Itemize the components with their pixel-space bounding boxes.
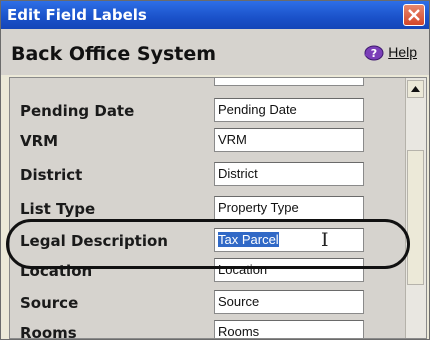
field-input[interactable]: Pending Date xyxy=(214,98,364,122)
scroll-up-button[interactable] xyxy=(407,80,424,98)
app-title: Back Office System xyxy=(11,43,217,65)
title-bar: Edit Field Labels xyxy=(1,1,429,29)
field-input[interactable]: VRM xyxy=(214,128,364,152)
help-label: Help xyxy=(388,44,417,60)
field-value: VRM xyxy=(218,132,247,147)
field-label: Pending Date xyxy=(20,102,135,120)
field-value: Source xyxy=(218,294,260,309)
scrollbar-thumb[interactable] xyxy=(407,150,424,285)
list-item-selected: Legal Description Tax Parcel I xyxy=(10,224,406,258)
i-beam-cursor-icon: I xyxy=(321,229,329,251)
help-icon: ? xyxy=(364,45,384,61)
header-bar: Back Office System ? Help xyxy=(1,29,429,75)
list-item: District District xyxy=(10,158,406,192)
list-item: Location Location xyxy=(10,254,406,288)
field-input[interactable] xyxy=(214,78,364,86)
field-label: VRM xyxy=(20,132,59,150)
field-input[interactable]: Tax Parcel I xyxy=(214,228,364,252)
field-value: Location xyxy=(218,262,268,277)
field-label: District xyxy=(20,166,83,184)
field-input[interactable]: Property Type xyxy=(214,196,364,220)
list-item: Rooms Rooms xyxy=(10,316,406,339)
window-title: Edit Field Labels xyxy=(7,6,147,24)
list-item xyxy=(10,78,406,90)
list-item: List Type Property Type xyxy=(10,192,406,226)
close-icon xyxy=(408,9,420,21)
list-item: Pending Date Pending Date xyxy=(10,94,406,128)
field-input[interactable]: Source xyxy=(214,290,364,314)
field-label: Source xyxy=(20,294,79,312)
field-input[interactable]: Location xyxy=(214,258,364,282)
field-input[interactable]: District xyxy=(214,162,364,186)
list-item: Source Source xyxy=(10,286,406,320)
field-list-panel: Pending Date Pending Date VRM VRM Distri… xyxy=(9,77,427,339)
field-value: Pending Date xyxy=(218,102,297,117)
field-value: Tax Parcel xyxy=(218,232,279,247)
field-value: District xyxy=(218,166,258,181)
field-label: Location xyxy=(20,262,93,280)
field-value: Rooms xyxy=(218,324,260,339)
arrow-up-icon xyxy=(411,86,420,92)
close-button[interactable] xyxy=(403,4,425,26)
field-label: Rooms xyxy=(20,324,77,339)
list-item: VRM VRM xyxy=(10,124,406,158)
field-label: List Type xyxy=(20,200,96,218)
edit-field-labels-window: Edit Field Labels Back Office System ? H… xyxy=(0,0,430,340)
svg-text:?: ? xyxy=(371,47,377,60)
field-input[interactable]: Rooms xyxy=(214,320,364,339)
field-label: Legal Description xyxy=(20,232,168,250)
vertical-scrollbar[interactable] xyxy=(405,78,426,338)
help-button[interactable]: ? Help xyxy=(362,43,417,61)
field-value: Property Type xyxy=(218,200,299,215)
